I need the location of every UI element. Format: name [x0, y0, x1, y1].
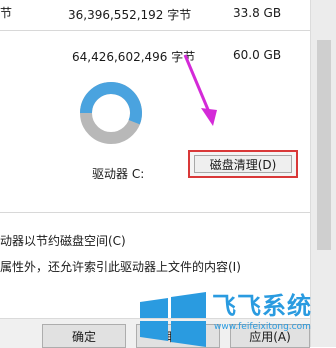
disk-usage-donut [80, 82, 142, 144]
index-contents-option[interactable]: 属性外，还允许索引此驱动器上文件的内容(I) [0, 258, 241, 275]
capacity-size: 60.0 GB [233, 48, 282, 62]
scrollbar-thumb[interactable] [317, 40, 331, 250]
watermark-url: www.feifeixitong.com [214, 322, 311, 332]
ok-button[interactable]: 确定 [42, 324, 126, 348]
drive-label: 驱动器 C: [92, 167, 145, 181]
divider [0, 30, 310, 31]
used-size: 33.8 GB [233, 6, 282, 20]
used-bytes: 36,396,552,192 字节 [68, 8, 192, 22]
divider [0, 212, 310, 213]
compress-drive-option[interactable]: 动器以节约磁盘空间(C) [0, 232, 126, 249]
used-bytes-partial: 节 [0, 4, 12, 21]
disk-cleanup-button[interactable]: 磁盘清理(D) [188, 150, 298, 178]
watermark-brand: 飞飞系统 [212, 292, 312, 320]
used-space-arc [80, 82, 142, 125]
used-bytes-prefix: 节 [0, 6, 13, 20]
annotation-arrow [183, 54, 217, 126]
disk-cleanup-label: 磁盘清理(D) [194, 155, 292, 173]
